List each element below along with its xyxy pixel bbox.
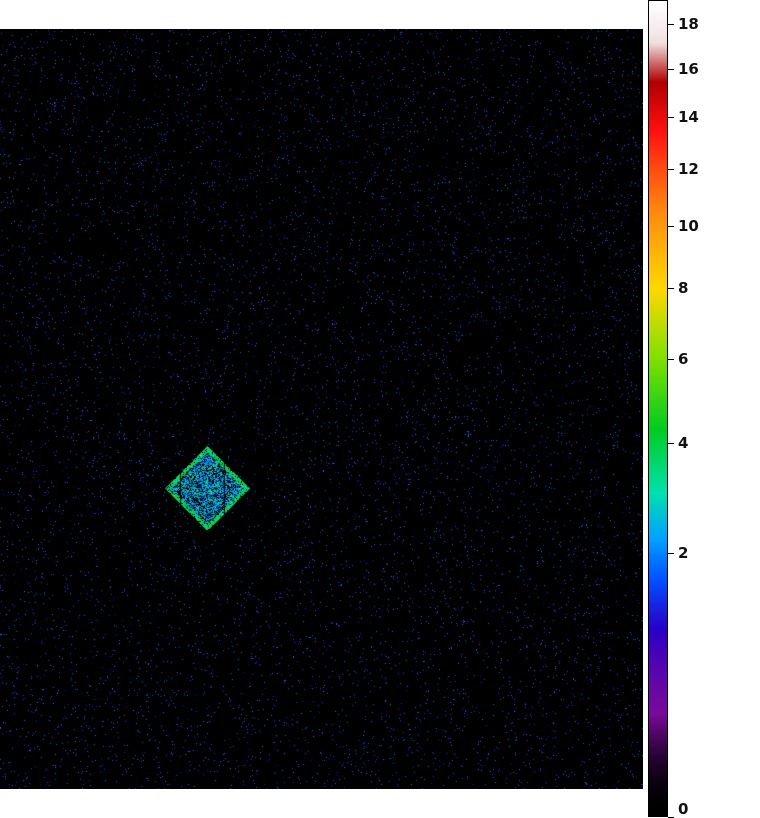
- colorbar: [648, 0, 668, 817]
- colorbar-tick: [668, 69, 674, 71]
- colorbar-tick-label: 18: [678, 14, 699, 33]
- colorbar-tick: [668, 288, 674, 290]
- colorbar-tick: [668, 225, 674, 227]
- colorbar-tick-label: 8: [678, 279, 689, 298]
- colorbar-tick-label: 16: [678, 60, 699, 79]
- colorbar-tick: [668, 23, 674, 25]
- detector-image: [0, 29, 643, 789]
- colorbar-tick-label: 2: [678, 543, 689, 562]
- colorbar-tick: [668, 443, 674, 445]
- colorbar-tick-label: 6: [678, 350, 689, 368]
- colorbar-tick: [668, 169, 674, 171]
- colorbar-tick-label: 14: [678, 108, 699, 127]
- colorbar-tick-label: 10: [678, 216, 699, 235]
- colorbar-tick-label: 0: [678, 800, 689, 818]
- colorbar-tick-label: 4: [678, 434, 689, 453]
- colorbar-tick: [668, 359, 674, 360]
- colorbar-tick: [668, 552, 674, 554]
- colorbar-tick: [668, 117, 674, 119]
- colorbar-tick-label: 12: [678, 160, 699, 179]
